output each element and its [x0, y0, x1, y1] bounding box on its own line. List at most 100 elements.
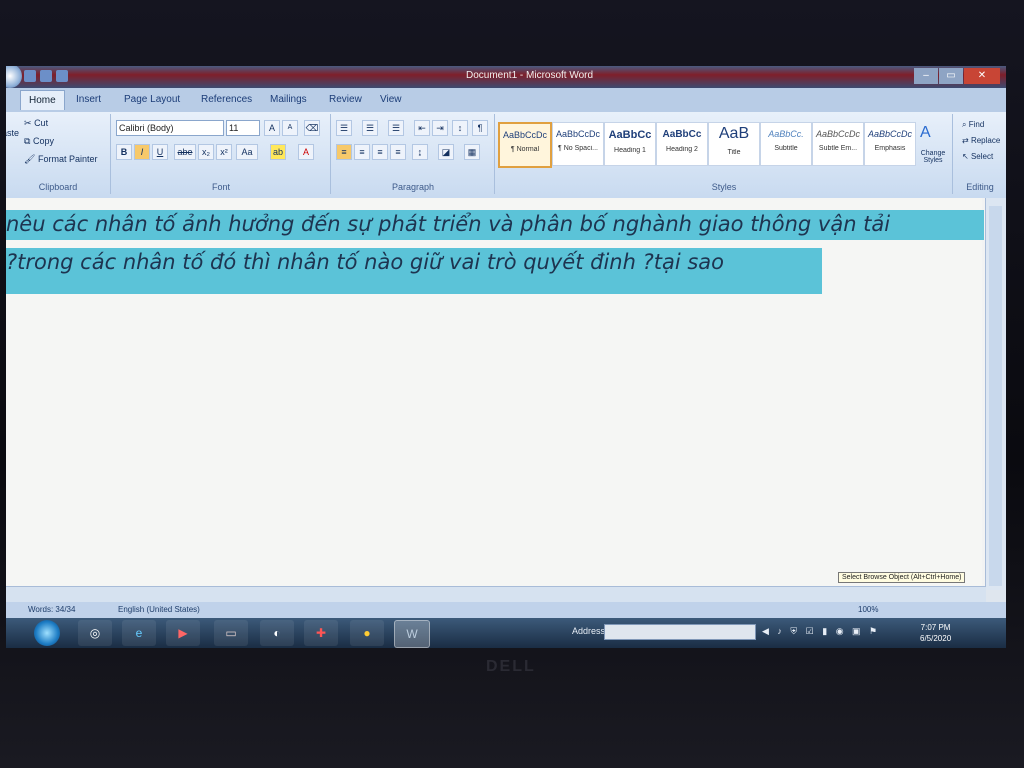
- style-normal[interactable]: AaBbCcDc ¶ Normal: [498, 122, 552, 168]
- tab-home[interactable]: Home: [20, 90, 65, 110]
- tab-references[interactable]: References: [201, 94, 252, 105]
- styles-group-label: Styles: [711, 182, 737, 192]
- vertical-scrollbar[interactable]: [985, 198, 1006, 590]
- internet-explorer-icon[interactable]: e: [122, 620, 156, 646]
- align-left-icon[interactable]: ≡: [336, 144, 352, 160]
- word-taskbar-icon[interactable]: W: [394, 620, 430, 648]
- style-name: ¶ Normal: [510, 146, 540, 153]
- font-color-icon[interactable]: A: [298, 144, 314, 160]
- justify-icon[interactable]: ≡: [390, 144, 406, 160]
- binoculars-icon: ⌕: [962, 120, 967, 129]
- document-line-1[interactable]: nêu các nhân tố ảnh hưởng đến sự phát tr…: [6, 210, 984, 240]
- style-sample: AaBbCc: [662, 129, 702, 140]
- paste-button[interactable]: aste: [6, 128, 19, 138]
- minimize-button[interactable]: –: [914, 68, 938, 84]
- horizontal-scrollbar[interactable]: [6, 586, 986, 603]
- numbering-icon[interactable]: ☰: [362, 120, 378, 136]
- change-styles-icon[interactable]: A: [920, 124, 931, 142]
- style-sample: AaBbCcDc: [815, 129, 860, 139]
- system-tray-icons[interactable]: ◀ ♪ ⛨ ☑ ▮ ◉ ▣ ⚑: [762, 626, 880, 637]
- multilevel-list-icon[interactable]: ☰: [388, 120, 404, 136]
- word-count[interactable]: Words: 34/34: [28, 605, 75, 614]
- find-button[interactable]: ⌕ Find: [962, 120, 984, 130]
- tab-review[interactable]: Review: [329, 94, 362, 105]
- style-heading-1[interactable]: AaBbCc Heading 1: [604, 122, 656, 166]
- redo-icon[interactable]: [56, 70, 68, 82]
- wpm-icon[interactable]: ◐: [260, 620, 294, 646]
- cut-button[interactable]: ✂ Cut: [24, 118, 48, 129]
- scissors-icon: ✂: [24, 118, 32, 128]
- shrink-font-button[interactable]: A: [282, 120, 298, 136]
- app-icon[interactable]: ◎: [78, 620, 112, 646]
- shield-icon[interactable]: ✚: [304, 620, 338, 646]
- style-sample: AaBbCcDc: [555, 129, 600, 139]
- tab-insert[interactable]: Insert: [76, 94, 101, 105]
- font-name-box[interactable]: Calibri (Body): [116, 120, 224, 136]
- style-no-spacing[interactable]: AaBbCcDc ¶ No Spaci...: [552, 122, 604, 166]
- strikethrough-button[interactable]: abe: [174, 144, 196, 160]
- clipboard-group: aste ✂ Cut ⧉ Copy 🖌 Format Painter Clipb…: [6, 114, 111, 194]
- align-center-icon[interactable]: ≡: [354, 144, 370, 160]
- highlight-icon[interactable]: ab: [270, 144, 286, 160]
- tab-mailings[interactable]: Mailings: [270, 94, 307, 105]
- office-button[interactable]: [6, 66, 22, 88]
- document-line-2[interactable]: ?trong các nhân tố đó thì nhân tố nào gi…: [6, 248, 822, 294]
- increase-indent-icon[interactable]: ⇥: [432, 120, 448, 136]
- style-subtitle[interactable]: AaBbCc. Subtitle: [760, 122, 812, 166]
- start-button[interactable]: [34, 620, 60, 646]
- show-marks-icon[interactable]: ¶: [472, 120, 488, 136]
- language-status[interactable]: English (United States): [118, 605, 200, 614]
- undo-icon[interactable]: [40, 70, 52, 82]
- chrome-icon[interactable]: ●: [350, 620, 384, 646]
- change-styles-button[interactable]: Change Styles: [916, 150, 950, 164]
- tab-view[interactable]: View: [380, 94, 402, 105]
- style-subtle-emphasis[interactable]: AaBbCcDc Subtle Em...: [812, 122, 864, 166]
- scrollbar-thumb[interactable]: [989, 206, 1002, 586]
- styles-group: AaBbCcDc ¶ Normal AaBbCcDc ¶ No Spaci... A…: [496, 114, 953, 194]
- style-name: Heading 2: [666, 146, 698, 153]
- zoom-level[interactable]: 100%: [858, 605, 878, 614]
- window-title: Document1 - Microsoft Word: [466, 70, 594, 81]
- folder-icon[interactable]: ▭: [214, 620, 248, 646]
- clear-formatting-icon[interactable]: ⌫: [304, 120, 320, 136]
- shading-icon[interactable]: ◪: [438, 144, 454, 160]
- bullets-icon[interactable]: ☰: [336, 120, 352, 136]
- subscript-button[interactable]: x₂: [198, 144, 214, 160]
- style-title[interactable]: AaB Title: [708, 122, 760, 166]
- media-player-icon[interactable]: ▶: [166, 620, 200, 646]
- line-spacing-icon[interactable]: ↨: [412, 144, 428, 160]
- title-bar: Document1 - Microsoft Word – ▭ ✕: [6, 66, 1006, 88]
- change-case-button[interactable]: Aa: [236, 144, 258, 160]
- browse-object-tooltip: Select Browse Object (Alt+Ctrl+Home): [838, 572, 966, 583]
- style-heading-2[interactable]: AaBbCc Heading 2: [656, 122, 708, 166]
- clock[interactable]: 7:07 PM 6/5/2020: [920, 622, 951, 644]
- copy-button[interactable]: ⧉ Copy: [24, 136, 54, 147]
- address-input[interactable]: [604, 624, 756, 640]
- italic-button[interactable]: I: [134, 144, 150, 160]
- sort-icon[interactable]: ↕: [452, 120, 468, 136]
- style-sample: AaBbCcDc: [867, 129, 912, 139]
- superscript-button[interactable]: x²: [216, 144, 232, 160]
- grow-font-button[interactable]: A: [264, 120, 280, 136]
- document-page[interactable]: nêu các nhân tố ảnh hưởng đến sự phát tr…: [6, 198, 984, 586]
- decrease-indent-icon[interactable]: ⇤: [414, 120, 430, 136]
- save-icon[interactable]: [24, 70, 36, 82]
- underline-button[interactable]: U: [152, 144, 168, 160]
- select-label: Select: [970, 152, 994, 161]
- font-group: Calibri (Body) 11 A A ⌫ B I U abe x₂ x² …: [112, 114, 331, 194]
- maximize-button[interactable]: ▭: [939, 68, 963, 84]
- borders-icon[interactable]: ▦: [464, 144, 480, 160]
- format-painter-button[interactable]: 🖌 Format Painter: [24, 154, 97, 165]
- font-size-box[interactable]: 11: [226, 120, 260, 136]
- style-emphasis[interactable]: AaBbCcDc Emphasis: [864, 122, 916, 166]
- clock-time: 7:07 PM: [920, 623, 951, 632]
- replace-button[interactable]: ⇄ Replace: [962, 136, 1000, 145]
- document-area[interactable]: nêu các nhân tố ảnh hưởng đến sự phát tr…: [6, 198, 986, 586]
- replace-icon: ⇄: [962, 136, 969, 145]
- bold-button[interactable]: B: [116, 144, 132, 160]
- cursor-icon: ↖: [962, 152, 969, 161]
- close-button[interactable]: ✕: [964, 68, 1000, 84]
- select-button[interactable]: ↖ Select: [962, 152, 993, 161]
- tab-page-layout[interactable]: Page Layout: [124, 94, 180, 105]
- align-right-icon[interactable]: ≡: [372, 144, 388, 160]
